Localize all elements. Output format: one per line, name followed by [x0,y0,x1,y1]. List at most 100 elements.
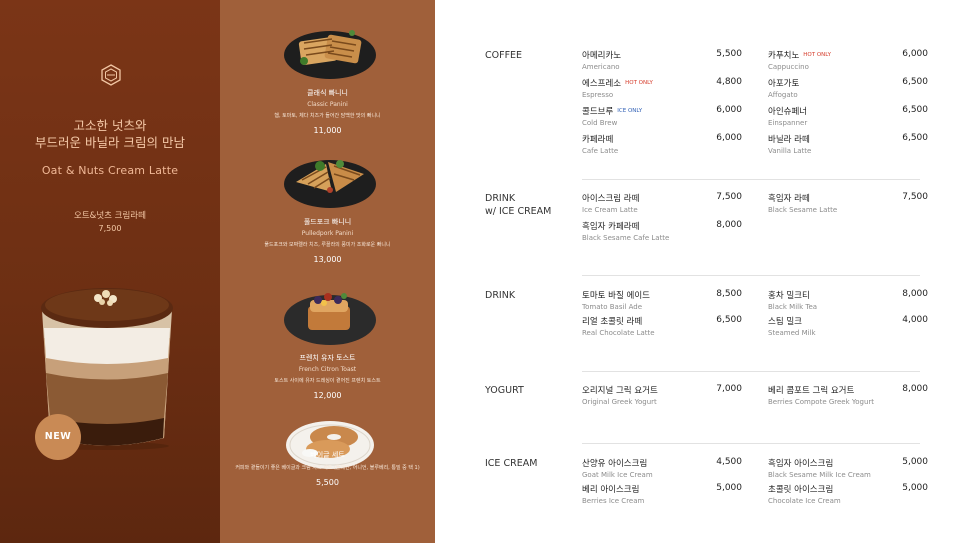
featured-price: 7,500 [98,224,122,233]
featured-headline: 고소한 넛츠와 부드러운 바닐라 크림의 만남 [0,117,220,151]
item-english-name: Cappuccino [768,63,809,71]
item-price: 6,500 [716,315,742,325]
item-english-name: Black Sesame Latte [768,206,838,214]
menu-item: 바닐라 라떼 Vanilla Latte 6,500 [768,133,928,155]
new-badge: NEW [35,414,81,460]
item-name: 카푸치노 [768,51,800,61]
item-name: 토마토 바질 에이드 [582,291,650,301]
menu-item: 홍차 밀크티 Black Milk Tea 8,000 [768,289,928,311]
item-price: 8,500 [716,289,742,299]
panini-plate-image [284,30,376,79]
featured-english-name: Oat & Nuts Cream Latte [41,164,179,177]
item-english-name: Tomato Basil Ade [582,303,642,311]
item-price: 4,500 [716,457,742,467]
menu-item: 에스프레소 HOT ONLY Espresso 4,800 [582,77,742,99]
menu-item: 아포가토 Affogato 6,500 [768,77,928,99]
item-price: 5,000 [902,483,928,493]
menu-item: 베리 아이스크림 Berries Ice Cream 5,000 [582,483,742,505]
section-label: DRINK [485,290,516,301]
item-name: 아이스크림 라떼 [582,194,640,204]
featured-korean-name: 오트&넛츠 크림라떼 [74,211,146,221]
section-label: YOGURT [485,385,524,396]
food-name: 프렌치 유자 토스트 [299,354,356,362]
menu-item: 아메리카노 Americano 5,500 [582,49,742,71]
food-name: 베이글 세트 [310,451,345,459]
item-name: 아포가토 [768,79,800,89]
menu-item: 아이스크림 라떼 Ice Cream Latte 7,500 [582,192,742,214]
item-price: 4,000 [902,315,928,325]
section-label: COFFEE [485,50,523,61]
item-price: 4,800 [716,77,742,87]
item-name: 홍차 밀크티 [768,291,810,301]
item-price: 7,500 [716,192,742,202]
section-label: DRINK w/ ICE CREAM [485,193,552,217]
item-name: 에스프레소 [582,79,622,89]
item-price: 8,000 [902,384,928,394]
featured-headline-line-2: 부드러운 바닐라 크림의 만남 [35,135,185,150]
food-price: 13,000 [313,255,342,264]
item-name: 초콜릿 아이스크림 [768,485,834,495]
item-name: 콜드브루 [582,107,614,117]
section-divider [582,443,920,444]
food-panel: 클래식 빠니니 Classic Panini 햄, 토마토, 체다 치즈가 들어… [220,0,435,543]
item-english-name: Ice Cream Latte [582,206,638,214]
menu-item: 흑임자 아이스크림 Black Sesame Milk Ice Cream 5,… [768,457,928,479]
item-name: 흑임자 라떼 [768,194,810,204]
item-price: 5,000 [902,457,928,467]
item-price: 6,000 [716,133,742,143]
food-description: 토스트 사이에 유자 드레싱이 곁어진 프렌치 토스트 [274,378,381,384]
menu-item: 아인슈페너 Einspanner 6,500 [768,105,928,127]
item-name: 베리 아이스크림 [582,485,640,495]
item-name: 흑임자 아이스크림 [768,459,834,469]
food-english-name: Classic Panini [307,101,348,108]
item-price: 6,000 [902,49,928,59]
item-price: 5,500 [716,49,742,59]
item-price: 8,000 [716,220,742,230]
food-name: 클래식 빠니니 [307,89,348,97]
menu-item: 오리지널 그릭 요거트 Original Greek Yogurt 7,000 [582,384,742,406]
item-english-name: Steamed Milk [768,329,816,337]
item-english-name: Vanilla Latte [768,147,812,155]
item-english-name: Cafe Latte [582,147,619,155]
item-english-name: Black Milk Tea [768,303,818,311]
item-english-name: Black Sesame Cafe Latte [582,234,670,242]
menu-item: 스팀 밀크 Steamed Milk 4,000 [768,315,928,337]
item-english-name: Espresso [582,91,614,99]
food-price: 11,000 [313,126,342,135]
item-english-name: Affogato [768,91,798,99]
item-price: 7,500 [902,192,928,202]
item-name: 아인슈페너 [768,107,808,117]
item-name: 아메리카노 [582,51,622,61]
item-english-name: Cold Brew [582,119,618,127]
menu-item: 리얼 초콜릿 라떼 Real Chocolate Latte 6,500 [582,315,742,337]
food-name: 풀드포크 빠니니 [303,218,352,226]
menu-item: 베리 콤포트 그릭 요거트 Berries Compote Greek Yogu… [768,384,928,406]
featured-panel: 고소한 넛츠와 부드러운 바닐라 크림의 만남 Oat & Nuts Cream… [0,0,220,543]
item-name: 스팀 밀크 [768,317,802,327]
item-name: 바닐라 라떼 [768,135,810,145]
item-price: 8,000 [902,289,928,299]
food-description: 햄, 토마토, 체다 치즈가 들어간 담백한 맛의 빠니니 [274,113,381,119]
section-divider [582,275,920,276]
item-english-name: Berries Compote Greek Yogurt [768,398,875,406]
menu-item: 흑임자 카페라떼 Black Sesame Cafe Latte 8,000 [582,220,742,242]
hot-only-tag: HOT ONLY [803,52,831,58]
food-description: 커피와 곁들이기 좋은 베이글과 크림 치즈 세트 (플레인, 어니언, 블루베… [235,465,420,471]
toast-plate-image [284,293,376,345]
food-description: 풀드포크와 모짜렐라 치즈, 루꼴라의 풍미가 조화로운 빠니니 [264,242,391,248]
item-price: 7,000 [716,384,742,394]
item-english-name: Berries Ice Cream [582,497,645,505]
hot-only-tag: HOT ONLY [625,80,653,86]
item-price: 6,500 [902,77,928,87]
menu-item: 토마토 바질 에이드 Tomato Basil Ade 8,500 [582,289,742,311]
section-divider [582,371,920,372]
item-price: 6,500 [902,133,928,143]
item-name: 오리지널 그릭 요거트 [582,386,658,396]
menu-item: 콜드브루 ICE ONLY Cold Brew 6,000 [582,105,742,127]
item-english-name: Original Greek Yogurt [582,398,657,406]
food-english-name: French Citron Toast [298,366,357,373]
drink-menu: COFFEE 아메리카노 Americano 5,500 카푸치노 HOT ONL… [435,0,966,543]
item-name: 베리 콤포트 그릭 요거트 [768,386,855,396]
item-price: 5,000 [716,483,742,493]
section-label: ICE CREAM [485,458,538,469]
